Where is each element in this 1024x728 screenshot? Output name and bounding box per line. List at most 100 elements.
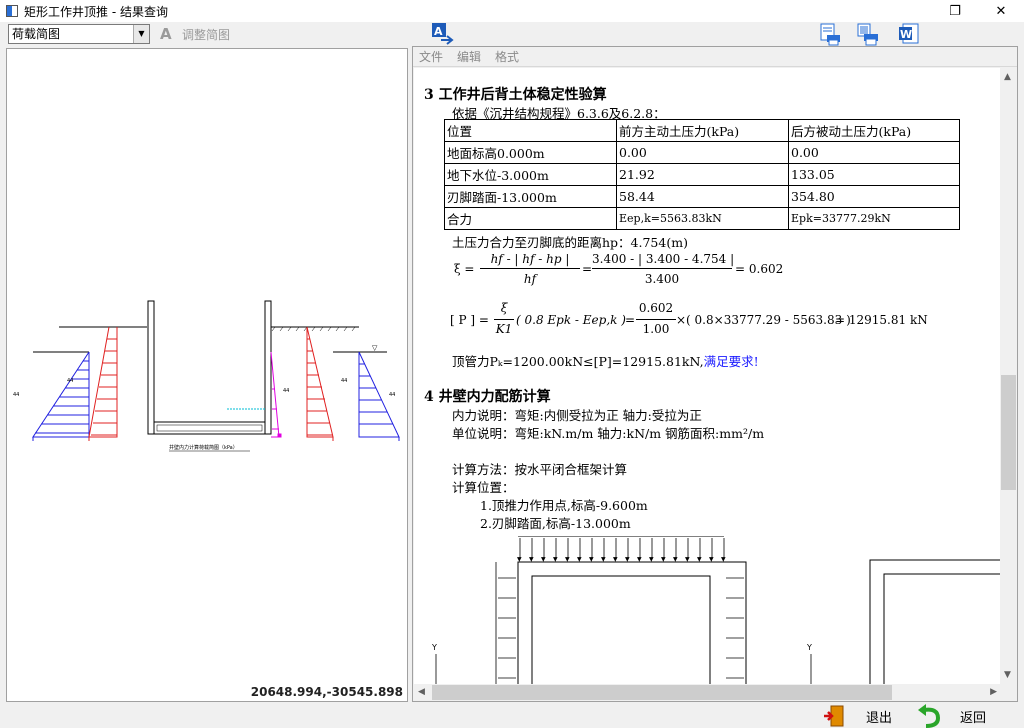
p-den-value: 1.00	[642, 322, 670, 336]
view-select[interactable]: 荷载简图 ▼	[8, 24, 150, 44]
table-row: 地下水位-3.000m 21.92 133.05	[444, 163, 960, 186]
bottom-bar: 退出 返回	[0, 702, 1024, 728]
horizontal-scrollbar[interactable]: ◀ ▶	[414, 684, 1001, 701]
table-cell: 133.05	[788, 163, 960, 186]
table-header-row: 位置 前方主动土压力(kPa) 后方被动土压力(kPa)	[444, 119, 960, 142]
y-axis-label: Y	[431, 643, 437, 652]
svg-text:▼: ▼	[613, 556, 618, 563]
table-cell: 0.00	[788, 141, 960, 164]
xi-numerator: hf - | hf - hp |	[490, 252, 570, 266]
svg-text:▼: ▼	[577, 556, 582, 563]
table-cell: 0.00	[616, 141, 789, 164]
conclusion-text: 顶管力Pₖ=1200.00kN≤[P]=12915.81kN,满足要求!	[452, 351, 759, 370]
xi-result: = 0.602	[735, 262, 784, 276]
font-edit-icon[interactable]: A	[431, 22, 455, 46]
svg-text:▼: ▼	[553, 556, 558, 563]
table-cell: 刃脚踏面-13.000m	[444, 185, 617, 208]
p-expression-values: ×( 0.8×33777.29 - 5563.83 )	[676, 313, 851, 327]
svg-text:▼: ▼	[541, 556, 546, 563]
svg-text:▼: ▼	[601, 556, 606, 563]
svg-text:▼: ▼	[625, 556, 630, 563]
conclusion-ok: 满足要求!	[703, 354, 759, 369]
exit-button[interactable]: 退出	[822, 704, 892, 728]
chevron-down-icon[interactable]: ▼	[133, 25, 149, 43]
svg-text:▼: ▼	[721, 556, 726, 563]
table-row: 刃脚踏面-13.000m 58.44 354.80	[444, 185, 960, 208]
svg-text:W: W	[900, 28, 912, 41]
hp-distance-text: 土压力合力至刃脚底的距离hp：4.754(m)	[452, 235, 688, 250]
table-cell: 地面标高0.000m	[444, 141, 617, 164]
table-header: 后方被动土压力(kPa)	[788, 119, 960, 142]
table-cell: 合力	[444, 207, 617, 230]
svg-text:44: 44	[341, 378, 347, 384]
table-header: 前方主动土压力(kPa)	[616, 119, 789, 142]
svg-text:▼: ▼	[685, 556, 690, 563]
print-icon[interactable]	[856, 22, 880, 46]
fraction-bar	[480, 268, 580, 269]
svg-text:▼: ▼	[649, 556, 654, 563]
menu-file[interactable]: 文件	[419, 48, 443, 65]
xi-denominator-values: 3.400	[644, 272, 680, 286]
p-expression: ( 0.8 Epk - Eep,k )	[516, 313, 626, 327]
xi-numerator-values: 3.400 - | 3.400 - 4.754 |	[592, 252, 735, 266]
maximize-button[interactable]: ❐	[932, 0, 978, 22]
menu-format[interactable]: 格式	[495, 48, 519, 65]
window-title: 矩形工作井顶推 - 结果查询	[24, 4, 168, 19]
print-preview-icon[interactable]	[818, 22, 842, 46]
vertical-scrollbar[interactable]: ▲ ▼	[1000, 68, 1017, 684]
svg-text:▼: ▼	[589, 556, 594, 563]
p-num-value: 0.602	[638, 301, 674, 315]
view-select-value: 荷载简图	[12, 27, 61, 41]
svg-text:▼: ▼	[565, 556, 570, 563]
word-doc-icon[interactable]: W	[897, 22, 921, 46]
scroll-thumb[interactable]	[1001, 375, 1016, 490]
scroll-thumb[interactable]	[432, 685, 892, 700]
p-frac-num: ξ	[500, 301, 508, 315]
xi-denominator: hf	[523, 272, 537, 286]
fraction-bar	[636, 319, 676, 320]
table-cell: 58.44	[616, 185, 789, 208]
svg-text:44: 44	[283, 388, 289, 394]
section-3-title: 3 工作井后背土体稳定性验算	[424, 87, 607, 103]
svg-text:44: 44	[389, 392, 395, 398]
result-document[interactable]: 3 工作井后背土体稳定性验算 依据《沉井结构规程》6.3.6及6.2.8： 位置…	[414, 68, 1001, 684]
svg-text:▼: ▼	[637, 556, 642, 563]
adjust-icon: A	[160, 25, 172, 43]
scroll-left-icon[interactable]: ◀	[418, 687, 425, 697]
fraction-bar	[592, 268, 732, 269]
close-button[interactable]: ✕	[978, 0, 1024, 22]
back-label: 返回	[960, 710, 987, 726]
location-note: 计算位置：	[452, 480, 515, 495]
scroll-down-icon[interactable]: ▼	[1004, 670, 1011, 680]
force-note: 内力说明：弯矩:内侧受拉为正 轴力:受拉为正	[452, 408, 702, 423]
scroll-up-icon[interactable]: ▲	[1004, 72, 1011, 82]
xi-lhs: ξ =	[454, 262, 475, 276]
svg-text:▽: ▽	[372, 344, 378, 352]
exit-label: 退出	[866, 710, 893, 726]
method-note: 计算方法：按水平闭合框架计算	[452, 462, 628, 477]
unit-note: 单位说明：弯矩:kN.m/m 轴力:kN/m 钢筋面积:mm²/m	[452, 426, 765, 441]
svg-text:▼: ▼	[673, 556, 678, 563]
svg-text:A: A	[434, 25, 443, 38]
location-1: 1.顶推力作用点,标高-9.600m	[480, 498, 648, 513]
adjust-diagram-button[interactable]: A 调整简图	[160, 24, 230, 44]
result-panel: 文件 编辑 格式 3 工作井后背土体稳定性验算 依据《沉井结构规程》6.3.6及…	[412, 46, 1018, 702]
table-cell: Eep,k=5563.83kN	[616, 207, 789, 230]
section-4-title: 4 井壁内力配筋计算	[424, 389, 551, 405]
earth-pressure-table: 位置 前方主动土压力(kPa) 后方被动土压力(kPa) 地面标高0.000m …	[444, 119, 960, 230]
svg-text:▼: ▼	[709, 556, 714, 563]
table-row: 合力 Eep,k=5563.83kN Epk=33777.29kN	[444, 207, 960, 230]
table-cell: Epk=33777.29kN	[788, 207, 960, 230]
back-button[interactable]: 返回	[916, 704, 986, 728]
scroll-right-icon[interactable]: ▶	[990, 687, 997, 697]
exit-door-icon	[824, 705, 844, 727]
svg-text:▼: ▼	[517, 556, 522, 563]
svg-text:44: 44	[67, 378, 73, 384]
svg-text:▼: ▼	[697, 556, 702, 563]
svg-text:44: 44	[13, 392, 19, 398]
p-frac-den: K1	[495, 322, 513, 336]
adjust-diagram-label: 调整简图	[182, 27, 231, 42]
menu-edit[interactable]: 编辑	[457, 48, 481, 65]
back-arrow-icon	[918, 704, 941, 728]
load-diagram-panel[interactable]: ▽ 44 44 44 44 44 井壁内力计算荷载简图（kPa） 20648.9…	[6, 48, 408, 702]
